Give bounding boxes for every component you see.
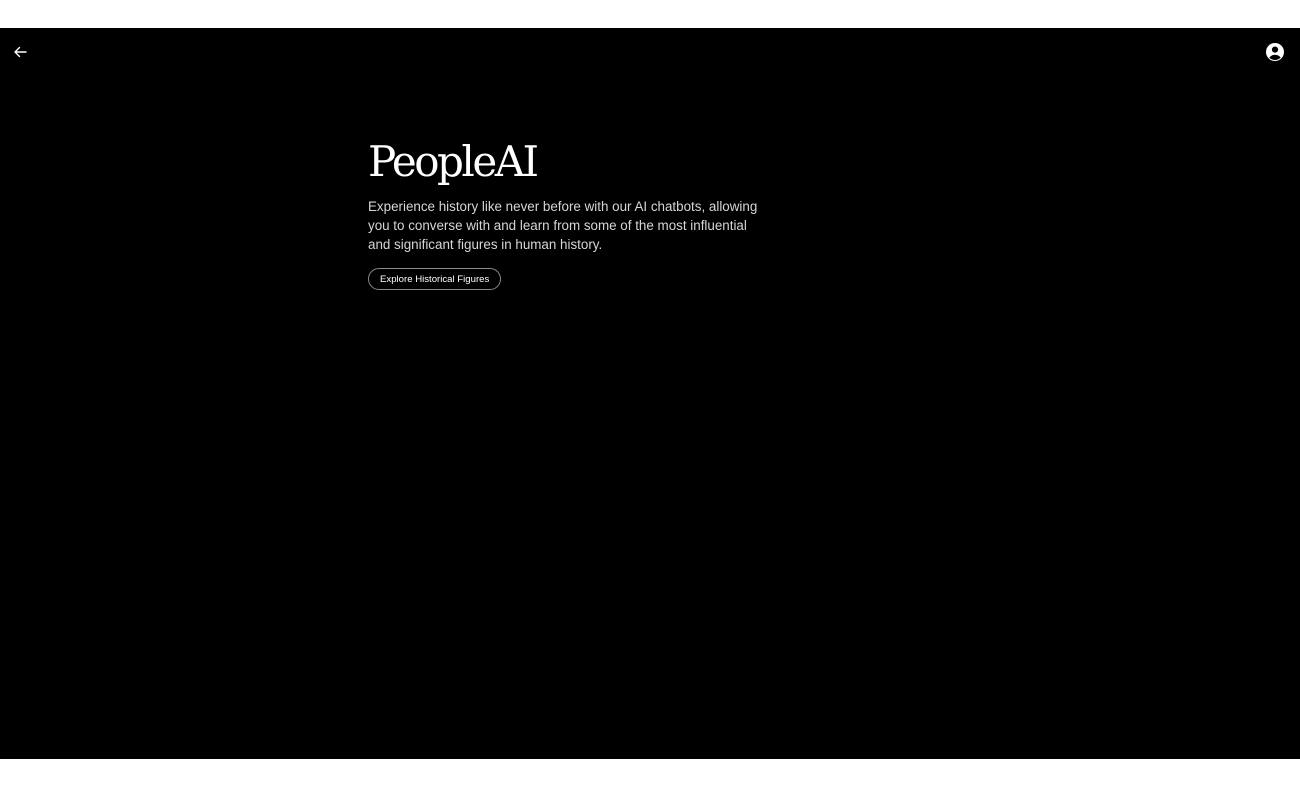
account-circle-icon — [1266, 43, 1284, 61]
app-viewport: PeopleAI Experience history like never b… — [0, 28, 1300, 759]
explore-historical-figures-button[interactable]: Explore Historical Figures — [368, 268, 502, 290]
hero-description: Experience history like never before wit… — [368, 199, 758, 252]
back-button[interactable] — [8, 40, 32, 64]
arrow-left-icon — [14, 46, 27, 58]
hero-section: PeopleAI Experience history like never b… — [368, 138, 768, 290]
brand-title: PeopleAI — [368, 137, 539, 186]
account-button[interactable] — [1263, 40, 1287, 64]
